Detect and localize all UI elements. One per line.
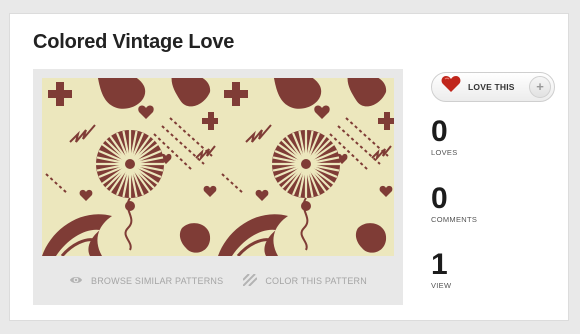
views-stat: 1 VIEW <box>431 248 452 291</box>
pattern-preview: BROWSE SIMILAR PATTERNS COLOR THIS PATTE… <box>33 69 403 305</box>
loves-stat: 0 LOVES <box>431 115 458 158</box>
color-pattern-link[interactable]: COLOR THIS PATTERN <box>242 273 367 288</box>
color-pattern-label: COLOR THIS PATTERN <box>265 276 367 286</box>
views-count: 1 <box>431 248 448 281</box>
browse-similar-link[interactable]: BROWSE SIMILAR PATTERNS <box>69 275 223 287</box>
views-label: VIEW <box>431 281 452 290</box>
loves-label: LOVES <box>431 148 458 157</box>
pattern-actions: BROWSE SIMILAR PATTERNS COLOR THIS PATTE… <box>33 257 403 305</box>
pattern-card: Colored Vintage Love BROWSE SIMILAR PATT… <box>9 13 569 321</box>
comments-label: COMMENTS <box>431 215 478 224</box>
plus-icon[interactable]: + <box>529 76 551 98</box>
heart-icon <box>441 76 461 98</box>
comments-stat: 0 COMMENTS <box>431 182 478 225</box>
love-this-button[interactable]: LOVE THIS + <box>431 72 555 102</box>
browse-similar-label: BROWSE SIMILAR PATTERNS <box>91 276 224 286</box>
pattern-title: Colored Vintage Love <box>33 31 235 53</box>
eye-icon <box>69 275 83 287</box>
pattern-image[interactable] <box>42 78 394 256</box>
stripes-icon <box>242 273 259 288</box>
love-this-label: LOVE THIS <box>468 82 515 92</box>
comments-count: 0 <box>431 182 448 215</box>
loves-count: 0 <box>431 115 448 148</box>
